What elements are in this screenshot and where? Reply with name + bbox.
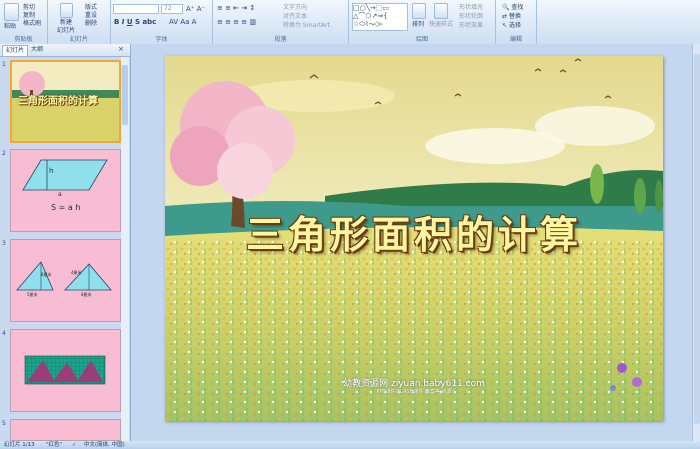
drawing-group: □○╲→⬚▭ △⌒⬡↗⇒{☆⬭⌇⤳◇▹ 排列 快速样式 形状填充 形状轮廓 形状效… <box>349 0 496 44</box>
slide-thumbnail-5[interactable] <box>10 419 121 441</box>
triangle-left-base: 5厘米 <box>27 292 38 297</box>
area-formula: S = a h <box>51 203 81 212</box>
slide-title[interactable]: 三角形面积的计算 <box>165 204 663 259</box>
group-label-clipboard: 剪贴板 <box>14 36 33 43</box>
new-slide-icon[interactable] <box>60 3 73 18</box>
slide-thumbnail-4[interactable] <box>10 329 121 412</box>
replace-button[interactable]: ⇄ 替换 <box>502 11 521 20</box>
height-label: h <box>49 167 54 175</box>
arrange-button[interactable]: 排列 <box>412 19 424 28</box>
align-icons[interactable]: ≡ ≡ ≡ ≡ ▥ <box>217 18 256 26</box>
ribbon: 粘贴 剪切 复制 格式刷 剪贴板 新建 幻灯片 版式 重设 删除 幻灯片 72 … <box>0 0 700 45</box>
group-label-font: 字体 <box>155 36 168 43</box>
slide-thumbnail-3[interactable]: 8厘米 4厘米 5厘米 8厘米 <box>10 239 121 322</box>
quick-styles-icon[interactable] <box>434 3 448 19</box>
group-label-drawing: 绘图 <box>415 36 428 43</box>
slide-number: 1 <box>2 61 6 68</box>
list-icons[interactable]: ≡ ≡ ⇤ ⇥ ↕ <box>217 4 255 12</box>
watermark-subtext: PPT课件 FLASH课件 教案等 资源 <box>376 389 452 395</box>
find-label: 查找 <box>511 4 524 11</box>
current-slide[interactable]: 三角形面积的计算 幼教资源网 ziyuan.baby611.com PPT课件 … <box>165 56 663 421</box>
font-color-icons[interactable]: AV Aa A <box>169 18 196 26</box>
editing-group: 🔍 查找 ⇄ 替换 ↖ 选择 编辑 <box>496 0 537 44</box>
pane-tabs: 幻灯片 大纲 × <box>0 44 130 57</box>
find-button[interactable]: 🔍 查找 <box>502 2 523 11</box>
replace-label: 替换 <box>508 13 521 20</box>
format-painter-button[interactable]: 格式刷 <box>23 18 41 27</box>
canvas-scrollbar[interactable] <box>692 44 700 441</box>
group-label-slides: 幻灯片 <box>69 36 88 43</box>
grid-triangles-diagram <box>24 355 106 385</box>
smartart-button[interactable]: 转换为 SmartArt <box>283 20 330 29</box>
slide-number: 4 <box>2 330 6 337</box>
paste-icon[interactable] <box>4 3 19 21</box>
font-style-icons[interactable]: B I U S abc <box>114 18 156 26</box>
theme-name: "红色" <box>46 442 63 448</box>
text-direction-button[interactable]: 文字方向 <box>283 2 307 11</box>
slide-thumbnail-1[interactable]: 三角形面积的计算 <box>10 60 121 143</box>
font-group: 72 A⁺ A⁻ B I U S abc AV Aa A 字体 <box>111 0 213 44</box>
group-label-paragraph: 段落 <box>274 36 287 43</box>
quick-styles-button[interactable]: 快速样式 <box>429 19 453 28</box>
slide-number: 3 <box>2 240 6 247</box>
slides-pane: 幻灯片 大纲 × 1 三角形面积的计算 2 h a S = a h 3 8厘米 … <box>0 44 131 441</box>
shape-outline-button[interactable]: 形状轮廓 <box>459 11 483 20</box>
tab-outline[interactable]: 大纲 <box>28 45 46 55</box>
paste-button[interactable]: 粘贴 <box>4 21 16 30</box>
delete-button[interactable]: 删除 <box>85 18 97 27</box>
pane-scrollbar-thumb[interactable] <box>122 65 128 125</box>
pane-scrollbar[interactable] <box>121 57 129 441</box>
group-label-editing: 编辑 <box>509 36 522 43</box>
shape-effects-button[interactable]: 形状效果 <box>459 20 483 29</box>
base-label: a <box>58 191 62 198</box>
paragraph-group: ≡ ≡ ⇤ ⇥ ↕ ≡ ≡ ≡ ≡ ▥ 文字方向 对齐文本 转换为 SmartA… <box>213 0 349 44</box>
slide-thumbnail-2[interactable]: h a S = a h <box>10 149 121 232</box>
shapes-gallery[interactable]: □○╲→⬚▭ △⌒⬡↗⇒{☆⬭⌇⤳◇▹ <box>352 3 408 31</box>
select-button[interactable]: ↖ 选择 <box>502 20 521 29</box>
triangle-left-height: 8厘米 <box>41 272 52 277</box>
parallelogram-diagram <box>22 159 108 191</box>
select-label: 选择 <box>508 22 521 29</box>
slide-number: 2 <box>2 150 6 157</box>
spell-check-icon[interactable]: ✓ <box>72 441 77 449</box>
close-pane-icon[interactable]: × <box>118 45 124 53</box>
triangle-right-height: 4厘米 <box>71 270 82 275</box>
triangle-right-base: 8厘米 <box>81 292 92 297</box>
language-indicator[interactable]: 中文(简体, 中国) <box>84 441 125 449</box>
triangles-diagram <box>16 261 112 291</box>
slides-group: 新建 幻灯片 版式 重设 删除 幻灯片 <box>48 0 111 44</box>
status-bar: 幻灯片 1/13 "红色" ✓ 中文(简体, 中国) <box>0 441 700 449</box>
shape-fill-button[interactable]: 形状填充 <box>459 2 483 11</box>
canvas-scrollbar-thumb[interactable] <box>694 54 700 424</box>
font-size-dropdown[interactable]: 72 <box>161 4 183 14</box>
align-text-button[interactable]: 对齐文本 <box>283 11 307 20</box>
new-slide-label-2[interactable]: 幻灯片 <box>57 25 75 34</box>
arrange-icon[interactable] <box>412 3 426 19</box>
grow-font-icon[interactable]: A⁺ A⁻ <box>186 5 205 13</box>
clipboard-group: 粘贴 剪切 复制 格式刷 剪贴板 <box>0 0 48 44</box>
slide-number: 5 <box>2 420 6 427</box>
tab-slides[interactable]: 幻灯片 <box>2 45 29 56</box>
slide-counter: 幻灯片 1/13 <box>4 442 35 448</box>
thumbnail-1-title: 三角形面积的计算 <box>18 96 98 107</box>
font-name-dropdown[interactable] <box>113 4 159 14</box>
